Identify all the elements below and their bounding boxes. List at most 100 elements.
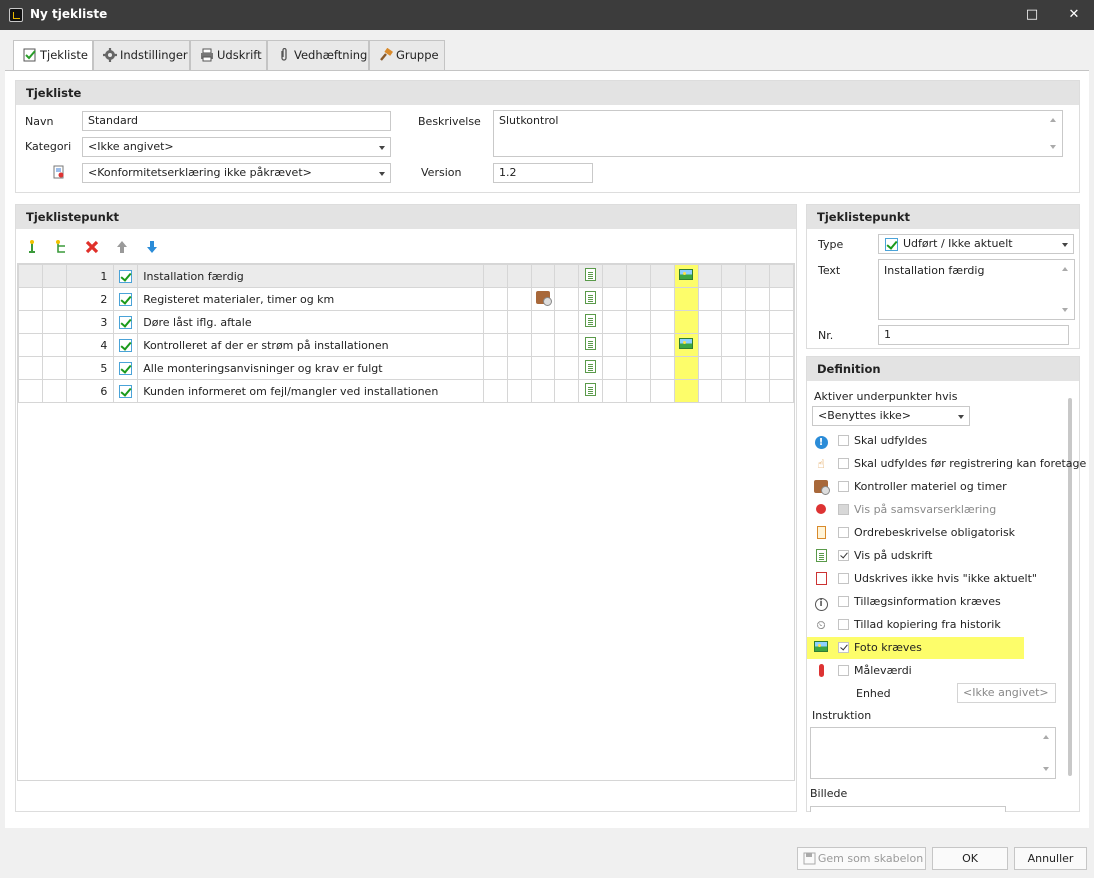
table-cell xyxy=(113,287,139,311)
scroll-up-icon[interactable] xyxy=(1062,267,1068,271)
row-number: 2 xyxy=(65,287,115,311)
document-icon xyxy=(585,337,597,350)
ribbon-icon xyxy=(814,503,828,517)
move-up-icon[interactable] xyxy=(115,239,129,255)
table-cell xyxy=(113,310,139,334)
table-cell xyxy=(697,287,723,311)
tab-label: Indstillinger xyxy=(120,48,188,62)
table-row[interactable]: 5 Alle monteringsanvisninger og krav er f… xyxy=(18,356,794,380)
table-row[interactable]: 3 Døre låst iflg. aftale xyxy=(18,310,794,334)
title-bar: Ny tjekliste □ ✕ xyxy=(0,0,1094,30)
option-checkbox[interactable] xyxy=(838,504,849,515)
table-cell xyxy=(113,379,139,403)
save-template-button[interactable]: Gem som skabelon xyxy=(797,847,926,870)
option-checkbox[interactable] xyxy=(838,481,849,492)
scroll-up-icon[interactable] xyxy=(1050,118,1056,122)
aktiver-dropdown[interactable]: <Benyttes ikke> xyxy=(812,406,970,426)
close-button[interactable]: ✕ xyxy=(1064,5,1084,25)
add-subitem-icon[interactable] xyxy=(55,239,69,255)
scroll-down-icon[interactable] xyxy=(1043,767,1049,771)
tab-label: Tjekliste xyxy=(40,48,88,62)
cancel-button[interactable]: Annuller xyxy=(1014,847,1087,870)
version-input[interactable]: 1.2 xyxy=(493,163,593,183)
enhed-label: Enhed xyxy=(856,687,891,700)
definition-scrollbar[interactable] xyxy=(1068,398,1072,776)
document-icon xyxy=(585,268,597,281)
tab-tjekliste[interactable]: Tjekliste xyxy=(13,40,93,71)
hand-icon: ☝ xyxy=(817,457,825,471)
option-label: Kontroller materiel og timer xyxy=(854,480,1007,493)
maximize-button[interactable]: □ xyxy=(1022,5,1042,25)
option-label: Foto kræves xyxy=(854,641,922,654)
row-text: Kunden informeret om fejl/mangler ved in… xyxy=(137,379,484,403)
table-cell xyxy=(482,310,508,334)
billede-field[interactable] xyxy=(810,806,1006,812)
tab-indstillinger[interactable]: Indstillinger xyxy=(93,40,190,70)
document-red-icon xyxy=(814,572,828,586)
instruktion-textarea[interactable] xyxy=(810,727,1056,779)
table-cell xyxy=(506,287,532,311)
items-grid: 1 Installation færdig 2 Registeret material… xyxy=(17,263,795,781)
document-icon xyxy=(814,549,828,563)
table-cell xyxy=(482,379,508,403)
table-cell xyxy=(482,356,508,380)
table-row[interactable]: 6 Kunden informeret om fejl/mangler ved i… xyxy=(18,379,794,403)
option-checkbox[interactable] xyxy=(838,435,849,446)
tab-udskrift[interactable]: Udskrift xyxy=(190,40,267,70)
option-checkbox[interactable] xyxy=(838,527,849,538)
table-cell xyxy=(745,356,770,380)
exclamation-icon: ! xyxy=(814,434,828,449)
table-cell xyxy=(673,310,699,334)
option-label: Tillad kopiering fra historik xyxy=(854,618,1001,631)
footer-bar xyxy=(0,828,1094,878)
delete-icon[interactable] xyxy=(84,239,100,255)
table-cell xyxy=(745,264,770,288)
add-item-icon[interactable] xyxy=(26,239,40,255)
ok-button[interactable]: OK xyxy=(932,847,1008,870)
thermometer-icon xyxy=(814,664,828,678)
table-cell xyxy=(554,287,580,311)
enhed-input[interactable]: <Ikke angivet> xyxy=(957,683,1056,703)
aktiver-label: Aktiver underpunkter hvis xyxy=(814,390,958,403)
table-cell xyxy=(721,356,747,380)
chevron-down-icon xyxy=(379,146,385,150)
kategori-dropdown[interactable]: <Ikke angivet> xyxy=(82,137,391,157)
completed-check-icon xyxy=(119,269,133,283)
scroll-up-icon[interactable] xyxy=(1043,735,1049,739)
table-row[interactable]: 1 Installation færdig xyxy=(18,264,794,288)
option-label: Vis på samsvarserklæring xyxy=(854,503,997,516)
table-cell xyxy=(745,310,770,334)
navn-input[interactable]: Standard xyxy=(82,111,391,131)
table-cell xyxy=(745,333,770,357)
table-cell xyxy=(626,333,651,357)
type-dropdown[interactable]: Udført / Ikke aktuelt xyxy=(878,234,1074,254)
option-checkbox[interactable] xyxy=(838,619,849,630)
table-row[interactable]: 2 Registeret materialer, timer og km xyxy=(18,287,794,311)
text-label: Text xyxy=(818,264,841,277)
option-checkbox[interactable] xyxy=(838,665,849,676)
option-checkbox[interactable] xyxy=(838,458,849,469)
table-cell xyxy=(673,287,699,311)
text-textarea[interactable]: Installation færdig xyxy=(878,259,1075,320)
option-checkbox[interactable] xyxy=(838,596,849,607)
row-number: 4 xyxy=(65,333,115,357)
section-title: Tjeklistepunkt xyxy=(16,205,796,229)
kategori-label: Kategori xyxy=(25,140,72,153)
tab-gruppe[interactable]: Gruppe xyxy=(369,40,445,70)
tab-vedhaeftning[interactable]: Vedhæftning xyxy=(267,40,369,70)
option-checkbox[interactable] xyxy=(838,550,849,561)
option-checkbox[interactable] xyxy=(838,573,849,584)
konformitet-dropdown[interactable]: <Konformitetserklæring ikke påkrævet> xyxy=(82,163,391,183)
move-down-icon[interactable] xyxy=(145,239,159,255)
nr-input[interactable]: 1 xyxy=(878,325,1069,345)
option-checkbox[interactable] xyxy=(838,642,849,653)
table-cell xyxy=(697,356,723,380)
scroll-down-icon[interactable] xyxy=(1050,145,1056,149)
option-label: Skal udfyldes før registrering kan foret… xyxy=(854,457,1087,470)
table-row[interactable]: 4 Kontrolleret af der er strøm på install… xyxy=(18,333,794,357)
table-cell xyxy=(769,264,794,288)
beskrivelse-textarea[interactable]: Slutkontrol xyxy=(493,110,1063,157)
scroll-down-icon[interactable] xyxy=(1062,308,1068,312)
row-text: Registeret materialer, timer og km xyxy=(137,287,484,311)
section-title: Definition xyxy=(807,357,1079,381)
